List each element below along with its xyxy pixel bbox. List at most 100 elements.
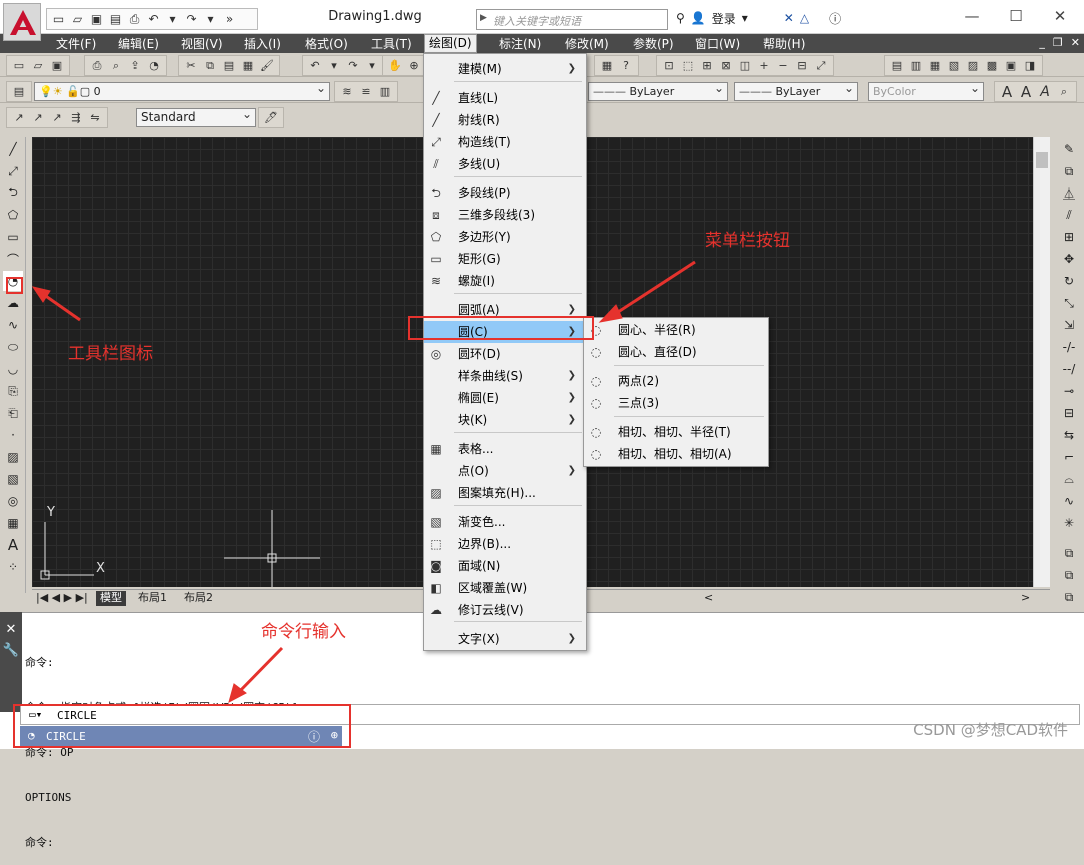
draw-menu-item[interactable]: ☁ 修订云线(V) (424, 599, 586, 621)
hscroll-right-icon[interactable]: > (1017, 591, 1034, 606)
zoom-scale-icon[interactable]: ⊞ (698, 57, 716, 75)
open-icon[interactable]: ▱ (69, 11, 86, 28)
dropdown-icon[interactable]: ▾ (742, 11, 748, 25)
menu-modify[interactable]: 修改(M) (561, 36, 613, 52)
layer-current-icon[interactable]: ≋ (338, 83, 356, 101)
draw-menu-item[interactable]: ╱ 射线(R) (424, 109, 586, 131)
draw-menu-item[interactable]: ◎ 圆环(D) (424, 343, 586, 365)
fillet-icon[interactable]: ⌓ (1059, 469, 1079, 489)
zoom-dynamic-icon[interactable]: ⬚ (679, 57, 697, 75)
help-icon[interactable]: ⓘ (829, 10, 841, 27)
chamfer-icon[interactable]: ⌐ (1059, 447, 1079, 467)
textstyle-dropdown[interactable]: Standard (136, 106, 256, 127)
pan-icon[interactable]: ✋ (386, 57, 404, 75)
draw-menu-item[interactable]: ⮌ 多段线(P) (424, 182, 586, 204)
explode-icon[interactable]: ✳ (1059, 513, 1079, 533)
print-icon[interactable]: ⎙ (126, 11, 143, 28)
draw-menu-item[interactable]: 样条曲线(S) ❯ (424, 365, 586, 387)
dwf-icon[interactable]: ▦ (926, 57, 944, 75)
scroll-thumb[interactable] (1036, 152, 1048, 168)
linetype-dropdown[interactable]: ——— ByLayer (588, 80, 728, 101)
menu-format[interactable]: 格式(O) (301, 36, 352, 52)
export-icon[interactable]: ▥ (907, 57, 925, 75)
plot-icon[interactable]: ⎙ (88, 57, 106, 75)
ellipse-arc-icon[interactable]: ◡ (3, 359, 23, 379)
3dprint-icon[interactable]: ◔ (145, 57, 163, 75)
search-input[interactable]: 键入关键字或短语 (476, 9, 668, 30)
undo-icon[interactable]: ↶ (306, 57, 324, 75)
doc-restore-icon[interactable]: ❐ (1053, 36, 1063, 49)
spline-icon[interactable]: ∿ (3, 315, 23, 335)
draw-menu-item[interactable]: ▦ 表格... (424, 438, 586, 460)
zoom-window-icon[interactable]: ⊡ (660, 57, 678, 75)
redo-icon[interactable]: ↷ (344, 57, 362, 75)
new-icon[interactable]: ▭ (10, 57, 28, 75)
save-as-icon[interactable]: ▤ (107, 11, 124, 28)
tab-layout1[interactable]: 布局1 (134, 591, 171, 606)
layer-props-icon[interactable]: ▤ (10, 83, 28, 101)
publish-icon[interactable]: ⇪ (126, 57, 144, 75)
wrench-icon[interactable]: 🔧 (0, 643, 22, 658)
close-icon[interactable]: ✕ (0, 622, 22, 637)
draw-menu-item[interactable]: ╱ 直线(L) (424, 87, 586, 109)
draw-menu-item[interactable]: 块(K) ❯ (424, 409, 586, 431)
join-icon[interactable]: ⇆ (1059, 425, 1079, 445)
text-find-icon[interactable]: ⌕ (1055, 83, 1073, 101)
menu-insert[interactable]: 插入(I) (240, 36, 285, 52)
scale-icon[interactable]: ⤡ (1059, 293, 1079, 313)
break-point-icon[interactable]: ⊸ (1059, 381, 1079, 401)
draw-menu-item[interactable]: ⬚ 边界(B)... (424, 533, 586, 555)
draw-menu-item[interactable]: 文字(X) ❯ (424, 628, 586, 650)
layer-dropdown[interactable]: 💡☀ 🔓▢ 0 (34, 80, 330, 101)
save-icon[interactable]: ▣ (88, 11, 105, 28)
a360-icon[interactable]: △ (800, 11, 809, 25)
stretch-icon[interactable]: ⇲ (1059, 315, 1079, 335)
region-icon[interactable]: ◎ (3, 491, 23, 511)
blend-icon[interactable]: ∿ (1059, 491, 1079, 511)
move-icon[interactable]: ✥ (1059, 249, 1079, 269)
save-icon[interactable]: ▣ (48, 57, 66, 75)
more-icon[interactable]: » (221, 11, 238, 28)
vertical-scrollbar[interactable] (1033, 137, 1050, 587)
mirror-icon[interactable]: ⏅ (1059, 183, 1079, 203)
zoom-out-icon[interactable]: − (774, 57, 792, 75)
undo-dropdown-icon[interactable]: ▾ (325, 57, 343, 75)
draw-menu-item[interactable]: 椭圆(E) ❯ (424, 387, 586, 409)
circle-submenu-item[interactable]: ◌ 相切、相切、相切(A) (584, 443, 768, 465)
add-selected-icon[interactable]: ⁘ (3, 557, 23, 577)
help-icon[interactable]: ? (617, 57, 635, 75)
doc-minimize-icon[interactable]: _ (1039, 36, 1045, 49)
pdf-icon[interactable]: ▨ (964, 57, 982, 75)
copy-icon[interactable]: ⧉ (1059, 161, 1079, 181)
array-icon[interactable]: ⊞ (1059, 227, 1079, 247)
draw-menu-item[interactable]: ▭ 矩形(G) (424, 248, 586, 270)
tab-model[interactable]: 模型 (96, 591, 126, 606)
login-button[interactable]: 登录 (712, 10, 736, 27)
hatch-icon[interactable]: ▨ (3, 447, 23, 467)
circle-submenu-item[interactable]: ◌ 圆心、直径(D) (584, 341, 768, 363)
preview-icon[interactable]: ⌕ (107, 57, 125, 75)
draw-menu-item[interactable]: ⤢ 构造线(T) (424, 131, 586, 153)
draw-menu-item[interactable]: ◧ 区域覆盖(W) (424, 577, 586, 599)
paste-icon[interactable]: ▤ (220, 57, 238, 75)
tab-layout2[interactable]: 布局2 (180, 591, 217, 606)
menu-tools[interactable]: 工具(T) (367, 36, 416, 52)
draw-menu-item[interactable]: ⬠ 多边形(Y) (424, 226, 586, 248)
revcloud-icon[interactable]: ☁ (3, 293, 23, 313)
draw-menu-item[interactable]: ◙ 面域(N) (424, 555, 586, 577)
extend-icon[interactable]: --/ (1059, 359, 1079, 379)
text-style-icon[interactable]: A (998, 83, 1016, 101)
zoom-in-icon[interactable]: + (755, 57, 773, 75)
style-edit-icon[interactable]: 🖊 (262, 109, 280, 127)
menu-parametric[interactable]: 参数(P) (629, 36, 678, 52)
redo-dropdown-icon[interactable]: ▾ (202, 11, 219, 28)
erase-icon[interactable]: ✎ (1059, 139, 1079, 159)
draw-menu-item[interactable]: ▧ 渐变色... (424, 511, 586, 533)
design-center-icon[interactable]: ◨ (1021, 57, 1039, 75)
menu-dimension[interactable]: 标注(N) (495, 36, 545, 52)
user-icon[interactable]: 👤 (691, 11, 706, 25)
polygon-icon[interactable]: ⬠ (3, 205, 23, 225)
menu-edit[interactable]: 编辑(E) (114, 36, 163, 52)
hscroll-left-icon[interactable]: < (700, 591, 717, 606)
text-style2-icon[interactable]: A (1017, 83, 1035, 101)
